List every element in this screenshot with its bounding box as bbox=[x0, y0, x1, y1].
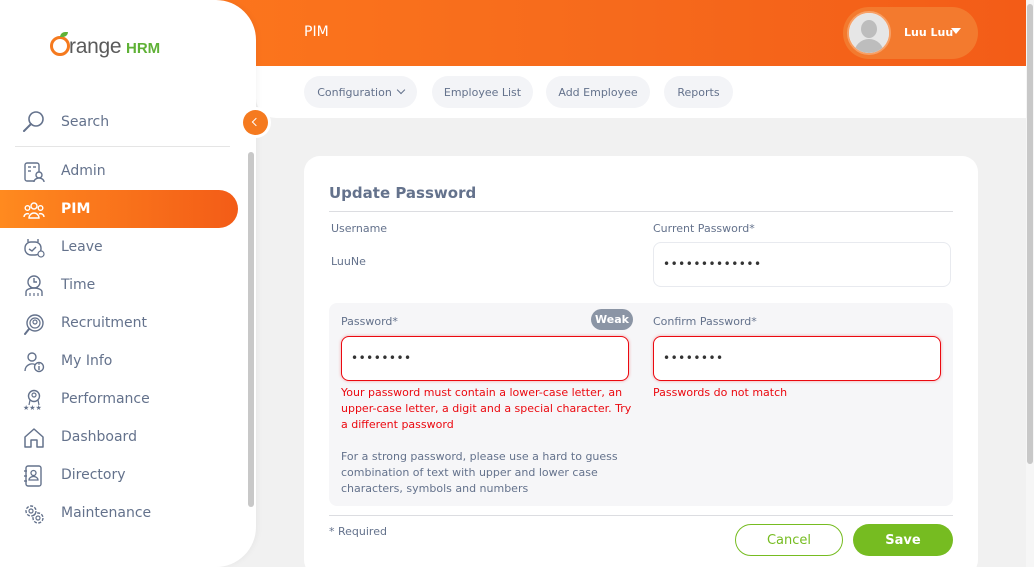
user-dropdown[interactable]: Luu Luu bbox=[843, 7, 978, 59]
username-label: Username bbox=[331, 222, 388, 235]
maintenance-icon bbox=[25, 505, 44, 524]
leave-icon bbox=[24, 239, 45, 258]
top-nav: Configuration Employee List Add Employee… bbox=[256, 66, 1026, 118]
caret-down-icon bbox=[951, 28, 961, 34]
sidebar-search-label: Search bbox=[61, 114, 110, 130]
dashboard-icon bbox=[24, 428, 44, 448]
time-icon bbox=[25, 275, 43, 296]
sidebar-collapse-button[interactable] bbox=[243, 110, 268, 135]
tab-label: Reports bbox=[677, 85, 720, 99]
sidebar: range HRM Search Admin PIM Leave Time Re… bbox=[0, 0, 256, 567]
confirm-password-label: Confirm Password* bbox=[653, 315, 757, 328]
user-name: Luu Luu bbox=[904, 26, 954, 39]
save-button[interactable]: Save bbox=[853, 524, 953, 556]
search-icon bbox=[23, 111, 44, 132]
update-password-card: Update Password Username LuuNe Current P… bbox=[304, 156, 978, 567]
required-note: * Required bbox=[329, 525, 387, 538]
performance-icon: ★★★ bbox=[23, 389, 42, 411]
tab-reports[interactable]: Reports bbox=[664, 76, 733, 108]
cancel-button[interactable]: Cancel bbox=[735, 524, 843, 556]
confirm-password-value: •••••••• bbox=[663, 351, 724, 365]
sidebar-item-label: My Info bbox=[61, 353, 113, 369]
directory-icon bbox=[24, 465, 42, 487]
chevron-down-icon bbox=[396, 85, 406, 95]
divider bbox=[329, 211, 953, 212]
sidebar-item-admin[interactable]: Admin bbox=[0, 152, 238, 190]
sidebar-item-directory[interactable]: Directory bbox=[0, 456, 238, 494]
sidebar-item-maintenance[interactable]: Maintenance bbox=[0, 494, 238, 532]
sidebar-item-leave[interactable]: Leave bbox=[0, 228, 238, 266]
confirm-password-error: Passwords do not match bbox=[653, 386, 788, 399]
sidebar-item-recruitment[interactable]: Recruitment bbox=[0, 304, 238, 342]
sidebar-item-dashboard[interactable]: Dashboard bbox=[0, 418, 238, 456]
sidebar-item-pim[interactable]: PIM bbox=[0, 190, 238, 228]
tab-employee-list[interactable]: Employee List bbox=[432, 76, 533, 108]
sidebar-item-label: Time bbox=[61, 277, 96, 293]
form-title: Update Password bbox=[329, 184, 477, 202]
sidebar-scrollbar[interactable] bbox=[248, 152, 254, 507]
tab-configuration[interactable]: Configuration bbox=[304, 76, 417, 108]
password-field[interactable]: •••••••• bbox=[341, 336, 629, 381]
username-value: LuuNe bbox=[331, 255, 366, 268]
confirm-password-field[interactable]: •••••••• bbox=[653, 336, 941, 381]
password-value: •••••••• bbox=[351, 351, 412, 365]
page-scrollbar[interactable] bbox=[1026, 0, 1034, 567]
svg-text:★★★: ★★★ bbox=[23, 404, 42, 411]
sidebar-item-label: Leave bbox=[61, 239, 103, 255]
password-error: Your password must contain a lower-case … bbox=[341, 386, 632, 431]
sidebar-item-performance[interactable]: ★★★ Performance bbox=[0, 380, 238, 418]
tab-label: Add Employee bbox=[558, 85, 638, 99]
sidebar-item-label: Maintenance bbox=[61, 505, 152, 521]
tab-label: Configuration bbox=[317, 85, 392, 99]
password-strength-badge: Weak bbox=[591, 309, 633, 330]
sidebar-item-my-info[interactable]: My Info bbox=[0, 342, 238, 380]
current-password-label: Current Password* bbox=[653, 222, 755, 235]
avatar bbox=[847, 11, 891, 55]
pim-icon bbox=[23, 202, 45, 219]
sidebar-item-time[interactable]: Time bbox=[0, 266, 238, 304]
sidebar-item-label: PIM bbox=[61, 201, 91, 217]
sidebar-item-label: Admin bbox=[61, 163, 106, 179]
scrollbar-thumb[interactable] bbox=[1027, 4, 1033, 464]
sidebar-item-label: Directory bbox=[61, 467, 126, 483]
tab-label: Employee List bbox=[443, 85, 522, 99]
current-password-field[interactable]: ••••••••••••• bbox=[653, 242, 951, 287]
my-info-icon bbox=[24, 352, 45, 373]
divider bbox=[15, 146, 230, 147]
sidebar-item-label: Dashboard bbox=[61, 429, 137, 445]
password-label: Password* bbox=[341, 315, 398, 328]
sidebar-search[interactable]: Search bbox=[22, 108, 258, 136]
tab-add-employee[interactable]: Add Employee bbox=[546, 76, 650, 108]
password-hint: For a strong password, please use a hard… bbox=[341, 450, 618, 495]
page-title: PIM bbox=[304, 24, 329, 40]
sidebar-item-label: Performance bbox=[61, 391, 150, 407]
sidebar-item-label: Recruitment bbox=[61, 315, 148, 331]
divider bbox=[329, 515, 953, 516]
recruitment-icon bbox=[24, 314, 44, 335]
admin-icon bbox=[24, 162, 45, 183]
current-password-value: ••••••••••••• bbox=[663, 257, 762, 271]
